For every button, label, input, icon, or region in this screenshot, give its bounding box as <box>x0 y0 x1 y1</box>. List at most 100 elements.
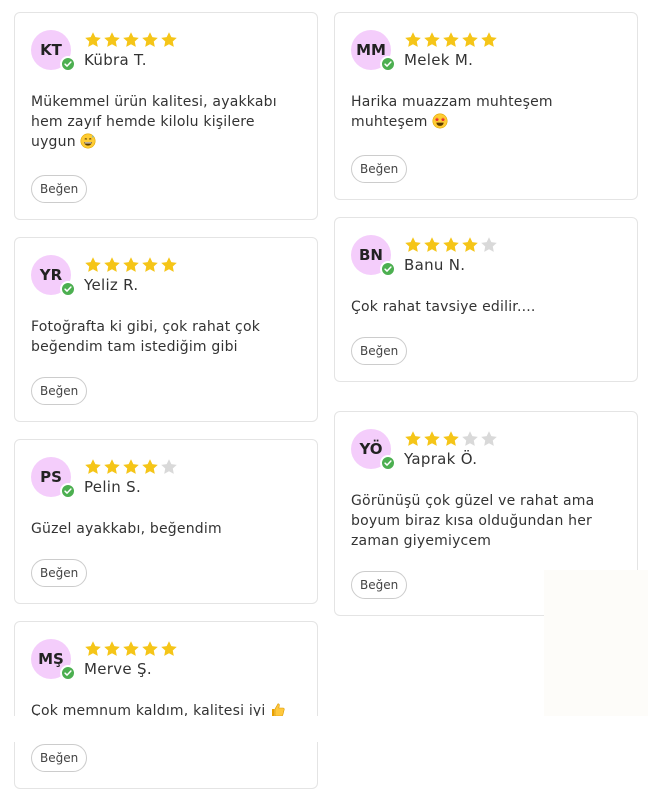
reviewer-name: Melek M. <box>404 51 474 69</box>
review-card: PS Pelin S. Güzel ayakkabı, beğendim Beğ… <box>14 439 318 604</box>
review-header: MŞ Merve Ş. <box>31 639 301 681</box>
star-rating <box>84 256 178 275</box>
review-card: MŞ Merve Ş. Çok memnum kaldım, kalitesi … <box>14 621 318 789</box>
review-text: Görünüşü çok güzel ve rahat ama boyum bi… <box>351 493 595 549</box>
star-filled-icon <box>123 32 139 47</box>
star-filled-icon <box>405 237 421 252</box>
star-filled-icon <box>443 32 459 47</box>
avatar-initials: MŞ <box>38 650 64 668</box>
like-button[interactable]: Beğen <box>351 155 408 183</box>
grinning-sweat-emoji <box>80 133 96 155</box>
star-rating <box>404 236 498 255</box>
review-card: YR Yeliz R. Fotoğrafta ki gibi, çok raha… <box>14 237 318 422</box>
review-header: PS Pelin S. <box>31 457 301 499</box>
review-card: KT Kübra T. Mükemmel ürün kalitesi, ayak… <box>14 12 318 220</box>
star-struck-emoji <box>432 113 448 135</box>
avatar: MŞ <box>31 639 76 681</box>
star-filled-icon <box>85 257 101 272</box>
avatar-initials: MM <box>356 41 386 59</box>
reviewer-name: Pelin S. <box>84 478 142 496</box>
like-button[interactable]: Beğen <box>351 571 408 599</box>
verified-check-icon <box>60 56 76 72</box>
verified-check-icon <box>60 483 76 499</box>
star-filled-icon <box>161 641 177 656</box>
star-empty-icon <box>161 459 177 474</box>
avatar: MM <box>351 30 396 72</box>
star-filled-icon <box>481 32 497 47</box>
review-header: MM Melek M. <box>351 30 621 72</box>
star-filled-icon <box>104 32 120 47</box>
star-rating <box>404 31 498 50</box>
reviewer-name: Merve Ş. <box>84 660 152 678</box>
star-filled-icon <box>123 641 139 656</box>
like-button[interactable]: Beğen <box>31 377 88 405</box>
like-button[interactable]: Beğen <box>351 337 408 365</box>
review-text: Fotoğrafta ki gibi, çok rahat çok beğend… <box>31 319 261 355</box>
verified-check-icon <box>380 261 396 277</box>
avatar-initials: YÖ <box>359 440 383 458</box>
star-empty-icon <box>481 237 497 252</box>
avatar-initials: BN <box>359 246 383 264</box>
review-text: Harika muazzam muhteşem muhteşem <box>351 92 621 135</box>
like-button[interactable]: Beğen <box>31 175 88 203</box>
star-filled-icon <box>462 32 478 47</box>
star-filled-icon <box>142 32 158 47</box>
avatar: YÖ <box>351 429 396 471</box>
reviewer-name: Yeliz R. <box>84 276 139 294</box>
star-empty-icon <box>462 431 478 446</box>
review-text: Güzel ayakkabı, beğendim <box>31 521 222 537</box>
avatar: YR <box>31 255 76 297</box>
star-filled-icon <box>424 431 440 446</box>
reviews-column-right: MM Melek M. Harika muazzam muhteşem muht… <box>334 12 638 633</box>
star-filled-icon <box>104 641 120 656</box>
reviewer-name: Yaprak Ö. <box>404 450 478 468</box>
like-button[interactable]: Beğen <box>31 744 88 772</box>
like-button[interactable]: Beğen <box>31 559 88 587</box>
reviews-column-left: KT Kübra T. Mükemmel ürün kalitesi, ayak… <box>14 12 318 806</box>
star-filled-icon <box>85 32 101 47</box>
reviewer-name: Banu N. <box>404 256 466 274</box>
avatar: BN <box>351 235 396 277</box>
verified-check-icon <box>380 56 396 72</box>
star-filled-icon <box>85 459 101 474</box>
star-rating <box>84 640 178 659</box>
star-filled-icon <box>462 237 478 252</box>
star-filled-icon <box>123 459 139 474</box>
reviewer-name: Kübra T. <box>84 51 147 69</box>
star-filled-icon <box>405 431 421 446</box>
star-filled-icon <box>85 641 101 656</box>
review-header: BN Banu N. <box>351 235 621 277</box>
avatar-initials: YR <box>39 266 63 284</box>
star-filled-icon <box>443 431 459 446</box>
review-text-content: Harika muazzam muhteşem muhteşem <box>351 94 553 130</box>
star-filled-icon <box>405 32 421 47</box>
avatar: KT <box>31 30 76 72</box>
review-header: YÖ Yaprak Ö. <box>351 429 621 471</box>
review-text: Çok rahat tavsiye edilir.... <box>351 299 536 315</box>
verified-check-icon <box>380 455 396 471</box>
star-filled-icon <box>161 32 177 47</box>
star-rating <box>404 430 498 449</box>
star-rating <box>84 458 178 477</box>
star-filled-icon <box>161 257 177 272</box>
star-rating <box>84 31 178 50</box>
star-filled-icon <box>443 237 459 252</box>
review-header: YR Yeliz R. <box>31 255 301 297</box>
star-filled-icon <box>142 459 158 474</box>
review-text: Mükemmel ürün kalitesi, ayakkabı hem zay… <box>31 92 301 155</box>
star-filled-icon <box>424 237 440 252</box>
verified-check-icon <box>60 665 76 681</box>
review-header: KT Kübra T. <box>31 30 301 72</box>
page-bottom-edge <box>0 716 648 742</box>
star-filled-icon <box>123 257 139 272</box>
review-card: BN Banu N. Çok rahat tavsiye edilir.... … <box>334 217 638 382</box>
avatar-initials: PS <box>40 468 62 486</box>
avatar-initials: KT <box>40 41 62 59</box>
avatar: PS <box>31 457 76 499</box>
review-card: MM Melek M. Harika muazzam muhteşem muht… <box>334 12 638 200</box>
star-filled-icon <box>142 641 158 656</box>
review-text-content: Mükemmel ürün kalitesi, ayakkabı hem zay… <box>31 94 277 150</box>
star-filled-icon <box>104 257 120 272</box>
star-filled-icon <box>424 32 440 47</box>
star-filled-icon <box>104 459 120 474</box>
